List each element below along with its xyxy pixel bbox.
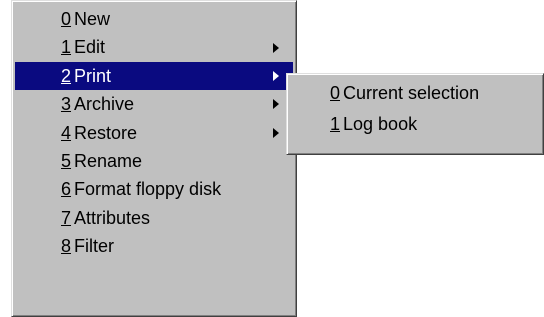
submenu-arrow-icon [273,42,279,53]
menu-item-label: Format floppy disk [74,179,222,200]
menu-item-print[interactable]: 2 Print [15,61,293,91]
menu-item-label: Log book [343,114,418,134]
menu-item-number: 1 [330,114,341,134]
menu-item-restore[interactable]: 4 Restore [15,119,293,147]
menu-item-number: 3 [61,94,72,115]
submenu-item-current-selection[interactable]: 0 Current selection [290,78,540,109]
menu-item-label: Edit [74,37,106,58]
menu-item-number: 6 [61,179,72,200]
menu-item-label: Filter [74,236,115,257]
menu-item-label: Archive [74,94,135,115]
menu-item-new[interactable]: 0 New [15,5,293,33]
menu-item-number: 0 [330,83,341,103]
menu-item-label: Restore [74,122,138,143]
submenu-arrow-icon [273,70,279,81]
menu-item-archive[interactable]: 3 Archive [15,90,293,118]
submenu-arrow-icon [273,127,279,138]
menu-item-number: 4 [61,122,72,143]
file-menu: 0 New 1 Edit 2 Print 3 Archive 4 Restore 5 Ren… [11,0,297,317]
menu-item-rename[interactable]: 5 Rename [15,147,293,175]
print-submenu: 0 Current selection 1 Log book [286,73,544,155]
submenu-arrow-icon [273,99,279,110]
menu-item-number: 8 [61,236,72,257]
menu-item-label: Rename [74,150,143,171]
menu-item-number: 0 [61,9,72,29]
submenu-item-log-book[interactable]: 1 Log book [290,109,540,140]
menu-item-edit[interactable]: 1 Edit [15,33,293,61]
menu-item-filter[interactable]: 8 Filter [15,232,293,260]
menu-item-label: Attributes [74,207,151,228]
menu-item-label: Current selection [343,83,480,103]
menu-item-attributes[interactable]: 7 Attributes [15,204,293,232]
menu-item-label: Print [74,65,112,86]
menu-item-number: 2 [61,65,72,86]
menu-item-number: 7 [61,207,72,228]
menu-item-number: 5 [61,150,72,171]
menu-item-label: New [74,9,111,29]
menu-item-number: 1 [61,37,72,58]
menu-item-format-floppy-disk[interactable]: 6 Format floppy disk [15,175,293,203]
